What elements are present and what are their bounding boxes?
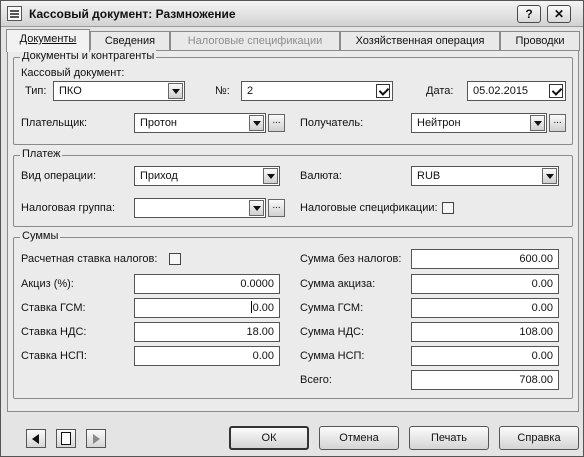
sum-no-tax-input[interactable]: 600.00 (411, 249, 559, 269)
type-label: Тип: (25, 85, 47, 97)
nsp-rate-input[interactable]: 0.00 (134, 346, 280, 366)
sum-gsm-input[interactable]: 0.00 (411, 298, 559, 318)
sum-nsp-label: Сумма НСП: (300, 350, 365, 362)
vat-rate-input[interactable]: 18.00 (134, 322, 280, 342)
sums-group-title: Суммы (20, 230, 61, 242)
recipient-select[interactable]: Нейтрон (411, 113, 547, 133)
arrow-left-icon (32, 434, 39, 444)
tab-business-operation[interactable]: Хозяйственная операция (340, 31, 500, 51)
cancel-button[interactable]: Отмена (319, 426, 399, 450)
checkmark-icon[interactable] (549, 84, 563, 98)
payer-ellipsis-button[interactable]: ... (268, 114, 285, 132)
help-title-button[interactable]: ? (517, 5, 541, 23)
cash-document-label: Кассовый документ: (21, 67, 125, 79)
sum-vat-input[interactable]: 108.00 (411, 322, 559, 342)
button-bar: ОК Отмена Печать Справка (1, 413, 583, 456)
type-select[interactable]: ПКО (53, 81, 185, 101)
sum-nsp-input[interactable]: 0.00 (411, 346, 559, 366)
close-button[interactable]: ✕ (547, 5, 571, 23)
gsm-rate-label: Ставка ГСМ: (21, 302, 86, 314)
nsp-rate-label: Ставка НСП: (21, 350, 87, 362)
recipient-label: Получатель: (300, 117, 364, 129)
document-icon (61, 432, 71, 445)
excise-percent-label: Акциз (%): (21, 278, 74, 290)
next-record-button[interactable] (86, 429, 106, 448)
date-input[interactable]: 05.02.2015 (467, 81, 566, 101)
documents-group: Документы и контрагенты Кассовый докумен… (13, 50, 573, 145)
sum-no-tax-label: Сумма без налогов: (300, 253, 402, 265)
operation-type-select[interactable]: Приход (134, 166, 280, 186)
chevron-down-icon[interactable] (249, 115, 264, 131)
payer-select[interactable]: Протон (134, 113, 266, 133)
payment-group: Платеж Вид операции: Приход Валюта: RUB … (13, 148, 573, 227)
tab-info[interactable]: Сведения (90, 31, 170, 51)
app-icon (7, 6, 22, 21)
print-button[interactable]: Печать (409, 426, 489, 450)
arrow-right-icon (93, 434, 100, 444)
tab-postings[interactable]: Проводки (500, 31, 580, 51)
chevron-down-icon[interactable] (249, 200, 264, 216)
tab-panel-documents: Документы и контрагенты Кассовый докумен… (7, 50, 579, 412)
tab-bar: Документы Сведения Налоговые спецификаци… (6, 29, 580, 52)
tax-group-ellipsis-button[interactable]: ... (268, 199, 285, 217)
total-input[interactable]: 708.00 (411, 370, 559, 390)
payer-label: Плательщик: (21, 117, 88, 129)
vat-rate-label: Ставка НДС: (21, 326, 87, 338)
excise-percent-input[interactable]: 0.0000 (134, 274, 280, 294)
number-label: №: (215, 85, 230, 97)
gsm-rate-input[interactable]: 0.00 (134, 298, 280, 318)
dialog-window: Кассовый документ: Размножение ? ✕ Докум… (0, 0, 584, 457)
tax-specs-label: Налоговые спецификации: (300, 202, 438, 214)
chevron-down-icon[interactable] (263, 168, 278, 184)
help-button[interactable]: Справка (499, 426, 579, 450)
chevron-down-icon[interactable] (542, 168, 557, 184)
tab-tax-specs: Налоговые спецификации (170, 31, 340, 51)
number-input[interactable]: 2 (241, 81, 393, 101)
payment-group-title: Платеж (20, 148, 63, 160)
total-label: Всего: (300, 374, 332, 386)
currency-label: Валюта: (300, 170, 342, 182)
checkmark-icon[interactable] (376, 84, 390, 98)
text-caret (250, 301, 252, 313)
operation-type-label: Вид операции: (21, 170, 97, 182)
chevron-down-icon[interactable] (530, 115, 545, 131)
prev-record-button[interactable] (26, 429, 46, 448)
new-document-button[interactable] (56, 429, 76, 448)
currency-select[interactable]: RUB (411, 166, 559, 186)
title-bar: Кассовый документ: Размножение ? ✕ (1, 1, 583, 27)
tab-documents[interactable]: Документы (6, 29, 90, 52)
chevron-down-icon[interactable] (168, 83, 183, 99)
tax-group-select[interactable] (134, 198, 266, 218)
sum-gsm-label: Сумма ГСМ: (300, 302, 364, 314)
calc-rate-label: Расчетная ставка налогов: (21, 253, 158, 265)
window-title: Кассовый документ: Размножение (29, 7, 236, 21)
ok-button[interactable]: ОК (229, 426, 309, 450)
sum-vat-label: Сумма НДС: (300, 326, 365, 338)
calc-rate-checkbox[interactable] (169, 253, 181, 265)
recipient-ellipsis-button[interactable]: ... (549, 114, 566, 132)
sum-excise-input[interactable]: 0.00 (411, 274, 559, 294)
date-label: Дата: (426, 85, 454, 97)
tax-specs-checkbox[interactable] (442, 202, 454, 214)
sum-excise-label: Сумма акциза: (300, 278, 376, 290)
tax-group-label: Налоговая группа: (21, 202, 116, 214)
sums-group: Суммы Расчетная ставка налогов: Акциз (%… (13, 230, 573, 399)
